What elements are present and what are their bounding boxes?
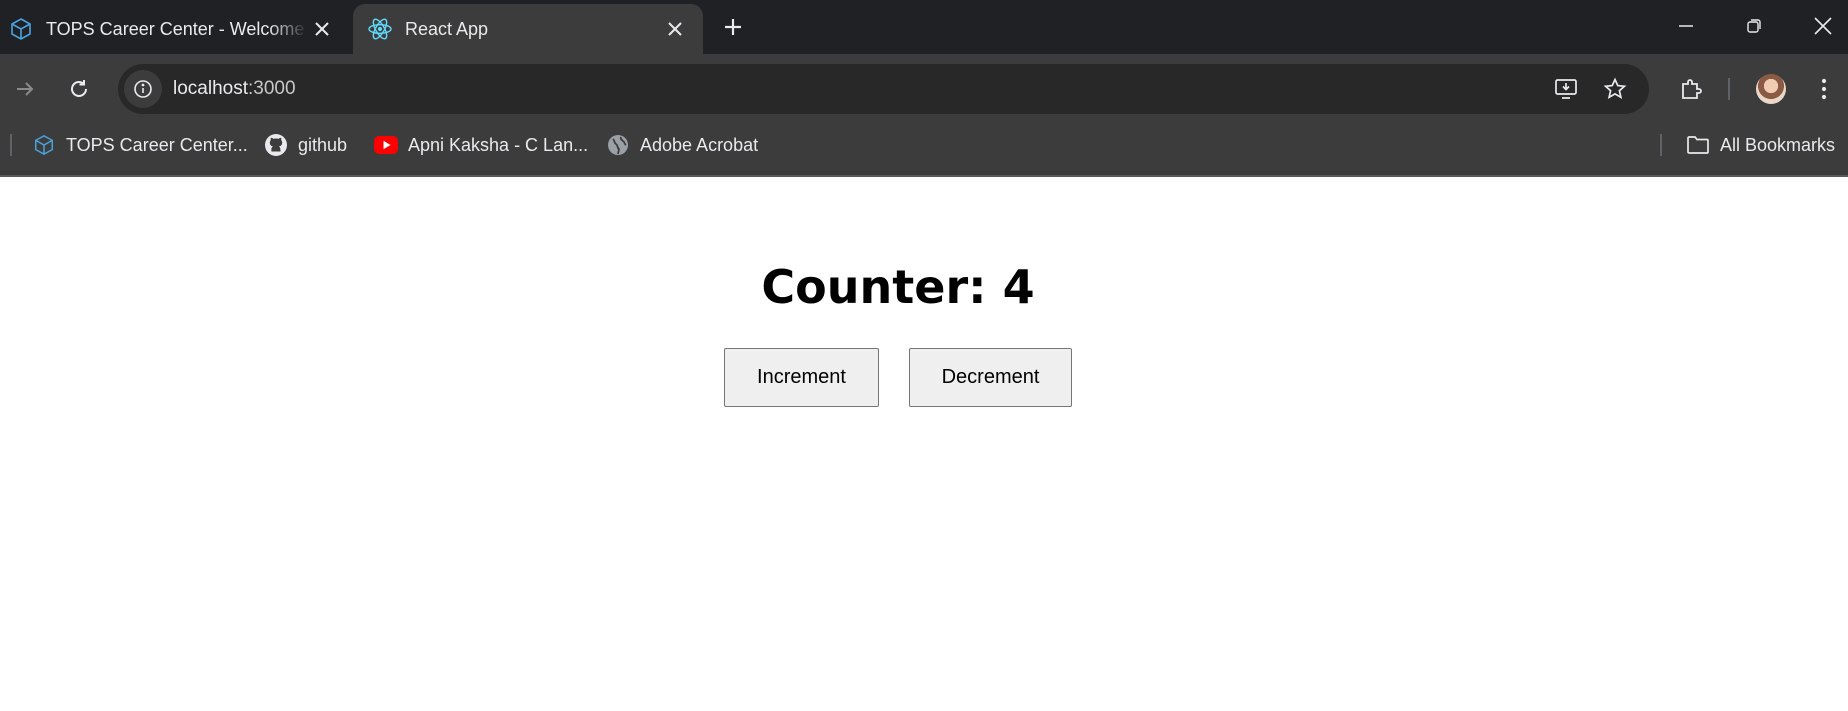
profile-avatar[interactable] (1756, 74, 1786, 104)
url-host: localhost (173, 78, 248, 99)
puzzle-icon (1682, 79, 1702, 99)
bookmark-star-icon[interactable] (1598, 72, 1632, 106)
bookmark-label: Apni Kaksha - C Lan... (408, 134, 589, 155)
restore-button[interactable] (1734, 8, 1774, 44)
globe-icon (606, 133, 630, 157)
increment-button[interactable]: Increment (724, 348, 879, 407)
kebab-menu-icon (1821, 78, 1827, 100)
counter-heading: Counter: 4 (761, 260, 1035, 314)
github-icon (264, 133, 288, 157)
decrement-button[interactable]: Decrement (909, 348, 1072, 407)
folder-icon (1686, 133, 1710, 157)
close-tab-icon[interactable] (661, 15, 689, 43)
tab-react-app[interactable]: React App (353, 4, 703, 54)
close-tab-icon[interactable] (308, 15, 336, 43)
plus-icon (725, 19, 741, 35)
browser-chrome: TOPS Career Center - Welcome React App l… (0, 0, 1848, 180)
bookmark-label: Adobe Acrobat (640, 134, 759, 155)
tab-strip: TOPS Career Center - Welcome React App (0, 0, 1848, 54)
all-bookmarks-button[interactable]: All Bookmarks (1686, 125, 1835, 165)
all-bookmarks-label: All Bookmarks (1720, 134, 1836, 155)
bookmark-github[interactable]: github (264, 125, 347, 165)
tops-cube-icon (32, 133, 56, 157)
reload-button[interactable] (62, 72, 96, 106)
bookmark-apni-kaksha[interactable]: Apni Kaksha - C Lan... (374, 125, 588, 165)
close-window-button[interactable] (1803, 8, 1843, 44)
tab-title: React App (405, 18, 489, 39)
tab-tops-career-center[interactable]: TOPS Career Center - Welcome (0, 4, 350, 54)
arrow-right-icon (17, 82, 34, 96)
reload-icon (71, 80, 87, 97)
minimize-icon (1679, 25, 1693, 27)
address-bar[interactable]: localhost:3000 (118, 64, 1649, 114)
menu-button[interactable] (1807, 72, 1841, 106)
install-app-icon[interactable] (1549, 72, 1583, 106)
restore-icon (1747, 19, 1761, 33)
forward-button[interactable] (8, 72, 42, 106)
bookmarks-bar: TOPS Career Center... github Apni Kaksha… (0, 125, 1848, 165)
new-tab-button[interactable] (718, 12, 748, 42)
bookmarks-divider (1660, 134, 1662, 156)
tops-cube-icon (8, 16, 34, 42)
bookmark-label: TOPS Career Center... (66, 134, 248, 155)
page-content: Counter: 4 Increment Decrement (0, 177, 1848, 711)
url-text[interactable]: localhost:3000 (173, 64, 296, 114)
extensions-button[interactable] (1674, 72, 1708, 106)
toolbar-divider (1728, 78, 1730, 100)
youtube-icon (374, 133, 398, 157)
bookmark-adobe-acrobat[interactable]: Adobe Acrobat (606, 125, 758, 165)
bookmark-label: github (298, 134, 348, 155)
tab-title: TOPS Career Center - Welcome (46, 18, 305, 39)
url-port: :3000 (248, 78, 296, 99)
close-icon (1814, 17, 1832, 35)
site-info-icon[interactable] (124, 70, 162, 108)
react-icon (367, 16, 393, 42)
bookmark-tops-career-center[interactable]: TOPS Career Center... (32, 125, 248, 165)
minimize-button[interactable] (1666, 8, 1706, 44)
bookmarks-divider (10, 134, 12, 156)
